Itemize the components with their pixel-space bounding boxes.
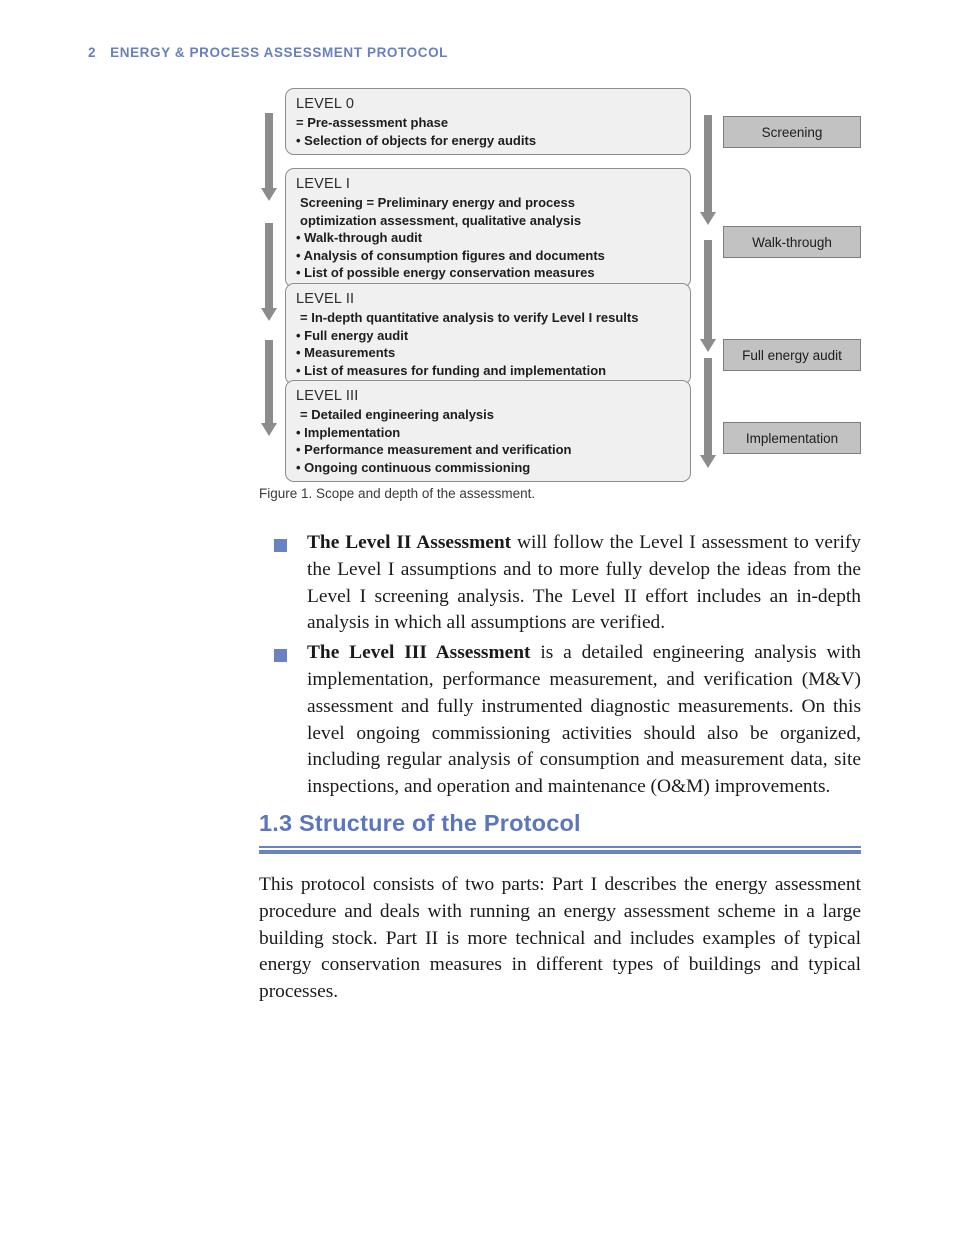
- section-paragraph: This protocol consists of two parts: Par…: [259, 874, 861, 1003]
- level-3-title: LEVEL III: [296, 388, 359, 404]
- flow-arrow-right-1: [700, 115, 716, 225]
- bullet-rest-1: is a detailed engineering analysis with …: [307, 642, 861, 798]
- level-1-title: LEVEL I: [296, 176, 351, 192]
- level-3-line-0: = Detailed engineering analysis: [300, 407, 494, 422]
- stage-label-screening: Screening: [723, 116, 861, 148]
- section-heading: 1.3 Structure of the Protocol: [259, 810, 861, 854]
- flow-arrow-right-3: [700, 358, 716, 468]
- level-3-line-3: • Ongoing continuous commissioning: [296, 459, 531, 475]
- bullet-paragraph: The Level III Assessment is a detailed e…: [307, 640, 861, 801]
- stage-label-full-energy-audit: Full energy audit: [723, 339, 861, 371]
- running-head: 2 ENERGY & PROCESS ASSESSMENT PROTOCOL: [88, 45, 448, 60]
- page-title: 1.3 Structure of the Protocol: [259, 810, 581, 836]
- stage-label-full-energy-audit-text: Full energy audit: [742, 347, 842, 363]
- flow-arrow-right-2: [700, 240, 716, 352]
- level-3-line-2: • Performance measurement and verificati…: [296, 442, 572, 457]
- level-0-title: LEVEL 0: [296, 96, 355, 112]
- running-head-title: ENERGY & PROCESS ASSESSMENT PROTOCOL: [110, 45, 449, 60]
- list-item: The Level III Assessment is a detailed e…: [259, 640, 861, 801]
- stage-label-walk-through: Walk-through: [723, 226, 861, 258]
- level-0-line-0: = Pre-assessment phase: [296, 115, 449, 130]
- heading-rule-thick: [259, 850, 861, 854]
- bullet-lead-0: The Level II Assessment: [307, 532, 512, 553]
- level-box-3: LEVEL III = Detailed engineering analysi…: [285, 380, 691, 482]
- flow-arrow-left-1: [261, 113, 277, 201]
- level-box-0: LEVEL 0 = Pre-assessment phase • Selecti…: [285, 88, 691, 155]
- flow-arrow-left-2: [261, 223, 277, 321]
- stage-label-implementation-text: Implementation: [745, 430, 839, 446]
- level-1-line-2: • Walk-through audit: [296, 230, 423, 245]
- stage-label-walk-through-text: Walk-through: [752, 234, 832, 250]
- figure-caption: Figure 1. Scope and depth of the assessm…: [259, 486, 536, 501]
- level-2-line-2: • Measurements: [296, 345, 396, 360]
- bullet-paragraph: The Level II Assessment will follow the …: [307, 530, 861, 637]
- square-bullet-icon: [274, 649, 287, 663]
- stage-label-implementation: Implementation: [723, 422, 861, 454]
- level-2-line-3: • List of measures for funding and imple…: [296, 362, 607, 378]
- level-2-title: LEVEL II: [296, 291, 355, 307]
- level-3-line-1: • Implementation: [296, 424, 401, 440]
- level-1-line-1: optimization assessment, qualitative ana…: [300, 212, 582, 228]
- list-item: The Level II Assessment will follow the …: [259, 530, 861, 637]
- level-2-line-1: • Full energy audit: [296, 327, 409, 343]
- level-1-line-0: Screening = Preliminary energy and proce…: [300, 195, 575, 210]
- level-box-1: LEVEL I Screening = Preliminary energy a…: [285, 168, 691, 288]
- level-0-line-1: • Selection of objects for energy audits: [296, 132, 537, 148]
- flow-arrow-left-3: [261, 340, 277, 436]
- level-box-2: LEVEL II = In-depth quantitative analysi…: [285, 283, 691, 385]
- square-bullet-icon: [274, 539, 287, 552]
- bullet-list: The Level II Assessment will follow the …: [259, 530, 861, 804]
- level-1-line-3: • Analysis of consumption figures and do…: [296, 247, 605, 263]
- level-1-line-4: • List of possible energy conservation m…: [296, 265, 595, 280]
- level-2-line-0: = In-depth quantitative analysis to veri…: [300, 310, 639, 325]
- page-number: 2: [88, 45, 97, 60]
- bullet-lead-1: The Level III Assessment: [307, 642, 531, 664]
- heading-rule-thin: [259, 846, 861, 848]
- stage-label-screening-text: Screening: [761, 124, 823, 140]
